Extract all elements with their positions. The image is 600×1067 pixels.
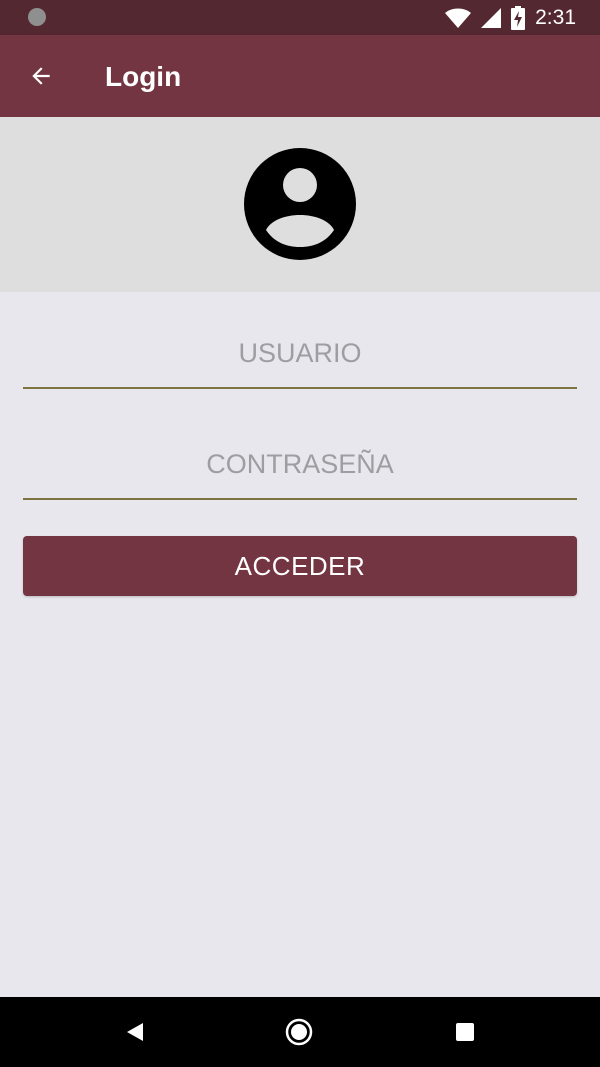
- status-icons: 2:31: [445, 4, 576, 31]
- nav-recents-icon: [456, 1023, 474, 1041]
- status-bar: 2:31: [0, 0, 600, 35]
- username-field[interactable]: [23, 319, 577, 389]
- avatar-header: [0, 117, 600, 292]
- wifi-icon: [445, 8, 472, 28]
- account-circle-icon: [244, 148, 356, 260]
- signal-icon: [481, 7, 502, 28]
- page-title: Login: [105, 61, 182, 92]
- back-button[interactable]: [22, 57, 60, 95]
- password-field[interactable]: [23, 430, 577, 500]
- status-time: 2:31: [535, 6, 576, 29]
- nav-home-icon: [285, 1018, 313, 1046]
- nav-back-icon: [127, 1023, 143, 1041]
- nav-back-button[interactable]: [94, 997, 174, 1067]
- nav-recents-button[interactable]: [425, 997, 505, 1067]
- notification-dot-icon: [28, 8, 46, 26]
- arrow-back-icon: [32, 67, 50, 85]
- app-bar: Login: [0, 35, 600, 117]
- battery-charging-icon: [511, 5, 526, 30]
- nav-home-button[interactable]: [259, 997, 339, 1067]
- navigation-bar: [0, 997, 600, 1067]
- login-button[interactable]: ACCEDER: [23, 536, 577, 596]
